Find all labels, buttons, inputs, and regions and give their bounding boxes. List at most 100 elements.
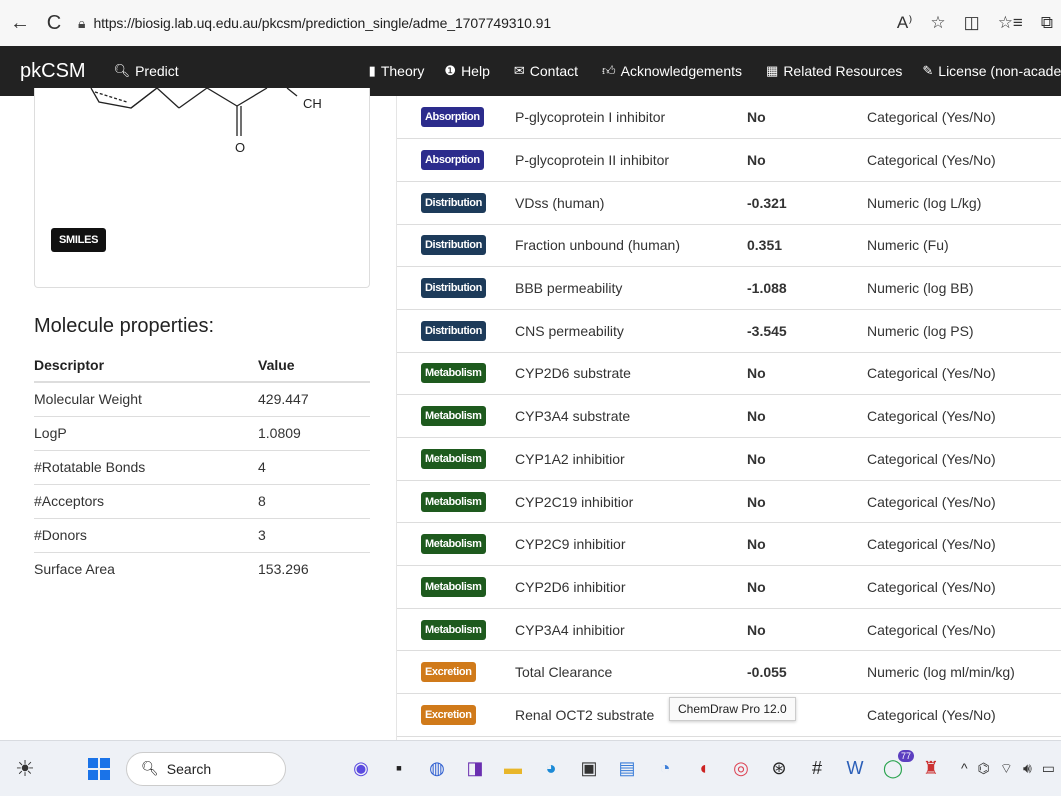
props-row: Surface Area 153.296 (34, 551, 370, 586)
paint-icon[interactable]: ◎ (726, 754, 756, 784)
category-badge: Metabolism (421, 491, 486, 512)
tooltip: ChemDraw Pro 12.0 (669, 697, 796, 721)
category-cell: Distribution (397, 224, 501, 268)
info-icon: ❶ (444, 63, 457, 78)
predicted-value-cell: No (733, 480, 857, 524)
whatsapp-icon[interactable]: ◯ 77 (878, 749, 914, 784)
predicted-value-cell: No (733, 352, 857, 396)
value-cell: 429.447 (258, 381, 370, 416)
category-cell: Distribution (397, 309, 501, 353)
left-panel: O CH SMILES Molecule properties: Descrip… (0, 88, 392, 740)
category-badge: Metabolism (421, 406, 486, 427)
prediction-row: Metabolism CYP2D6 substrate No Categoric… (397, 352, 1061, 396)
prediction-row: Absorption P-glycoprotein I inhibitor No… (397, 96, 1061, 140)
property-cell: CYP2C9 inhibitior (501, 522, 733, 567)
prediction-row: Distribution VDss (human) -0.321 Numeric… (397, 181, 1061, 225)
category-cell: Absorption (397, 96, 501, 140)
vs-icon[interactable]: ◨ (460, 754, 490, 784)
address-bar[interactable]: 🔒︎ https://biosig.lab.uq.edu.au/pkcsm/pr… (78, 7, 678, 39)
chat-icon[interactable]: ◍ (422, 754, 452, 784)
prediction-row: Metabolism CYP2C19 inhibitior No Categor… (397, 480, 1061, 524)
nav-theory[interactable]: ▮ Theory (369, 63, 425, 79)
prediction-row: Excretion Total Clearance -0.055 Numeric… (397, 650, 1061, 695)
word-icon[interactable]: W (840, 754, 870, 784)
unit-cell: Numeric (Fu) (857, 224, 1061, 268)
grid-icon: ▦ (766, 63, 779, 78)
weather-widget-icon[interactable]: ☀ (10, 754, 40, 784)
category-cell: Metabolism (397, 352, 501, 396)
chrome-icon[interactable]: ◔ (650, 754, 680, 784)
props-row: #Rotatable Bonds 4 (34, 449, 370, 484)
predicted-value-cell: No (733, 138, 857, 182)
babel-icon[interactable]: ♜ (916, 754, 946, 784)
chevron-up-icon[interactable]: ^ (961, 760, 968, 778)
nav-contact[interactable]: ✉ Contact (514, 63, 578, 79)
refresh-icon[interactable]: C (40, 9, 68, 37)
unit-cell: Categorical (Yes/No) (857, 522, 1061, 567)
prediction-row: Distribution Fraction unbound (human) 0.… (397, 224, 1061, 268)
descriptor-cell: Surface Area (34, 551, 258, 586)
adme-predictions-table: Absorption P-glycoprotein I inhibitor No… (397, 96, 1061, 737)
property-cell: P-glycoprotein II inhibitor (501, 138, 733, 182)
unit-cell: Categorical (Yes/No) (857, 394, 1061, 438)
unit-cell: Numeric (log ml/min/kg) (857, 650, 1061, 695)
wifi-icon[interactable]: ⌔ (1000, 760, 1013, 778)
predicted-value-cell: No (733, 522, 857, 567)
favorites-list-icon[interactable]: ☆≡ (998, 13, 1023, 33)
category-cell: Excretion (397, 650, 501, 695)
read-aloud-icon[interactable]: A⁾ (897, 13, 913, 33)
envelope-icon: ✉ (513, 63, 525, 78)
mcafee-icon[interactable]: ◖ (688, 754, 718, 784)
volume-icon[interactable]: 🔊︎ (1023, 760, 1032, 778)
molecule-properties-title: Molecule properties: (34, 315, 215, 337)
nav-license[interactable]: ✎ License (non-acader (922, 63, 1061, 79)
chatgpt-icon[interactable]: ⊛ (764, 754, 794, 784)
hash-icon[interactable]: # (802, 754, 832, 784)
split-screen-icon[interactable]: ◫ (964, 13, 980, 33)
predicted-value-cell: No (733, 437, 857, 481)
brand-logo[interactable]: pkCSM (20, 60, 86, 83)
network-icon[interactable]: ⌬ (978, 760, 990, 778)
nav-acknowledgements[interactable]: 👍︎ Acknowledgements (602, 63, 742, 79)
windows-taskbar: ☀ 🔍︎ Search ◉ ▪ ◍ ◨ ▬ ◕ ▣ ▤ ◔ ◖ ◎ ⊛ # W ◯ 77 ♜ ^ ⌬ ⌔ 🔊︎ … (0, 740, 1061, 796)
unit-cell: Categorical (Yes/No) (857, 480, 1061, 524)
thumbs-up-icon: 👍︎ (602, 63, 616, 78)
category-cell: Metabolism (397, 522, 501, 567)
start-icon[interactable] (84, 754, 114, 784)
url-text[interactable]: https://biosig.lab.uq.edu.au/pkcsm/predi… (93, 15, 551, 31)
property-cell: VDss (human) (501, 181, 733, 225)
predicted-value-cell: No (733, 96, 857, 140)
nav-related-resources[interactable]: ▦ Related Resources (766, 63, 902, 79)
folder-icon[interactable]: ▬ (498, 754, 528, 784)
edge-icon[interactable]: ◕ (536, 754, 566, 784)
search-icon: 🔍︎ (113, 63, 131, 78)
predicted-value-cell: -3.545 (733, 309, 857, 353)
favorite-icon[interactable]: ☆ (930, 13, 945, 33)
nav-predict[interactable]: 🔍︎ Predict (114, 63, 179, 79)
copilot-icon[interactable]: ◉ (346, 754, 376, 784)
descriptor-cell: #Acceptors (34, 483, 258, 518)
store-icon[interactable]: ▣ (574, 754, 604, 784)
category-badge: Metabolism (421, 448, 486, 469)
collections-icon[interactable]: ⧉ (1041, 13, 1053, 33)
notification-badge: 77 (897, 749, 914, 762)
value-header: Value (258, 348, 370, 383)
prediction-row: Metabolism CYP2C9 inhibitior No Categori… (397, 522, 1061, 567)
file-explorer-icon[interactable]: ▪ (384, 754, 414, 784)
category-cell: Distribution (397, 266, 501, 310)
nav-help[interactable]: ❶ Help (444, 63, 489, 79)
smiles-button[interactable]: SMILES (51, 228, 107, 252)
mhp-icon[interactable]: ▤ (612, 754, 642, 784)
property-cell: CYP3A4 inhibitior (501, 608, 733, 652)
category-cell: Metabolism (397, 437, 501, 481)
unit-cell: Categorical (Yes/No) (857, 96, 1061, 140)
unit-cell: Numeric (log L/kg) (857, 181, 1061, 225)
taskbar-search[interactable]: 🔍︎ Search (126, 751, 286, 786)
prediction-row: Absorption P-glycoprotein II inhibitor N… (397, 138, 1061, 182)
category-badge: Distribution (421, 278, 486, 299)
battery-icon[interactable]: ▭ (1042, 760, 1055, 778)
props-row: #Acceptors 8 (34, 483, 370, 518)
category-cell: Metabolism (397, 480, 501, 524)
back-icon[interactable]: ← (6, 9, 34, 37)
predicted-value-cell: 0.351 (733, 224, 857, 268)
